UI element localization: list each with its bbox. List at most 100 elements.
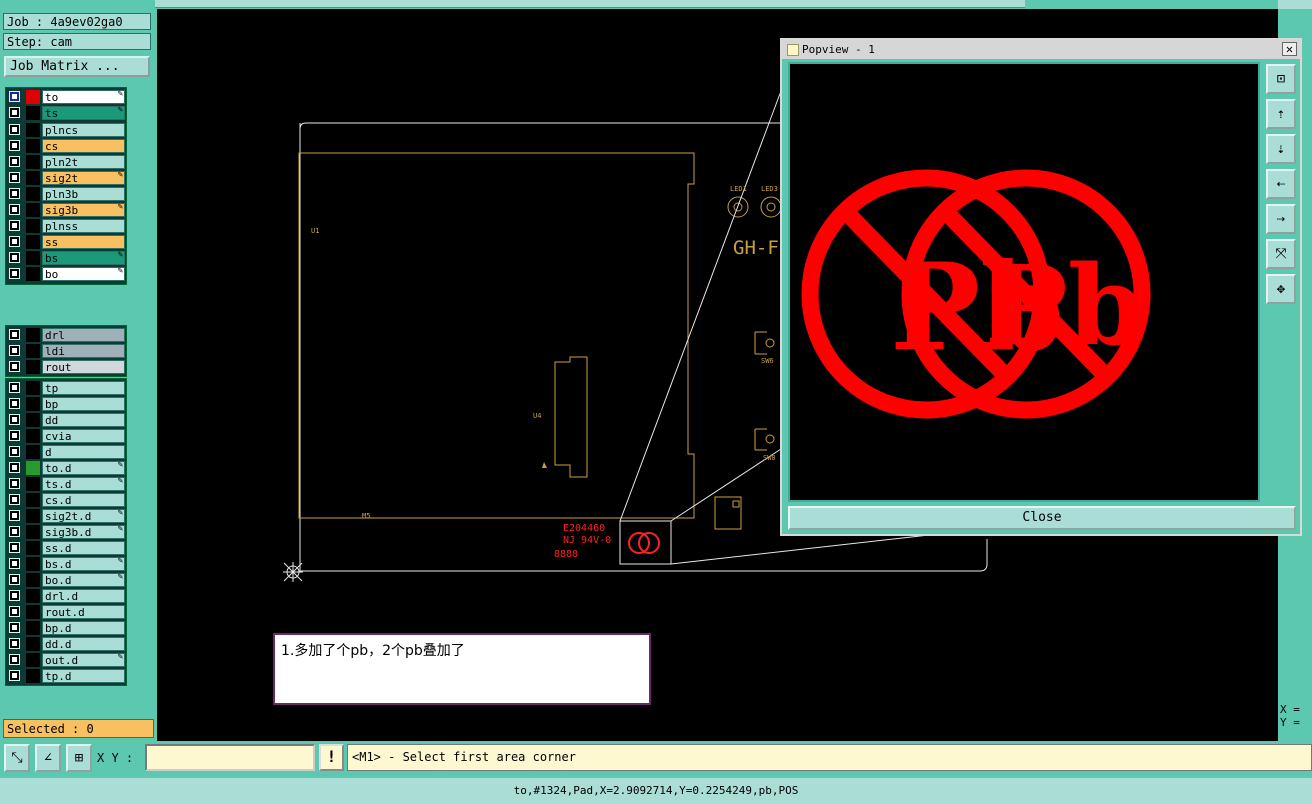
pan-right-button[interactable]: ⇢ <box>1266 204 1296 234</box>
layer-checkbox[interactable] <box>9 414 20 425</box>
layer-name[interactable]: plncs <box>42 123 125 137</box>
layer-name[interactable]: ldi <box>42 344 125 358</box>
layer-color-swatch[interactable] <box>26 477 40 491</box>
layer-color-swatch[interactable] <box>26 605 40 619</box>
grid-icon[interactable]: ⊞ <box>66 744 92 772</box>
layer-name[interactable]: out.d <box>42 653 125 667</box>
layer-name[interactable]: cs <box>42 139 125 153</box>
layer-color-swatch[interactable] <box>26 525 40 539</box>
job-matrix-button[interactable]: Job Matrix ... <box>4 56 150 77</box>
layer-name[interactable]: d <box>42 445 125 459</box>
layer-name[interactable]: sig3b.d <box>42 525 125 539</box>
layer-row[interactable]: ts.d ✎ <box>6 476 126 492</box>
layer-name[interactable]: bp.d <box>42 621 125 635</box>
layer-color-swatch[interactable] <box>26 413 40 427</box>
layer-checkbox[interactable] <box>9 542 20 553</box>
layer-checkbox[interactable] <box>9 526 20 537</box>
layer-checkbox[interactable] <box>9 124 20 135</box>
layer-row[interactable]: to.d ✎ <box>6 460 126 476</box>
layer-checkbox[interactable] <box>9 107 20 118</box>
layer-checkbox[interactable] <box>9 268 20 279</box>
layer-name[interactable]: rout <box>42 360 125 374</box>
layer-name[interactable]: drl.d <box>42 589 125 603</box>
pan-up-button[interactable]: ⇡ <box>1266 99 1296 129</box>
layer-row[interactable]: pln3b <box>6 186 126 202</box>
layer-row[interactable]: out.d ✎ <box>6 652 126 668</box>
layer-name[interactable]: pln3b <box>42 187 125 201</box>
layer-name[interactable]: sig3b <box>42 203 125 217</box>
layer-color-swatch[interactable] <box>26 328 40 342</box>
layer-name[interactable]: ss <box>42 235 125 249</box>
layer-name[interactable]: ss.d <box>42 541 125 555</box>
layer-name[interactable]: sig2t <box>42 171 125 185</box>
layer-checkbox[interactable] <box>9 446 20 457</box>
layer-row[interactable]: sig2t.d ✎ <box>6 508 126 524</box>
layer-row[interactable]: rout.d <box>6 604 126 620</box>
layer-row[interactable]: cs <box>6 138 126 154</box>
close-icon[interactable]: ✕ <box>1282 42 1297 56</box>
layer-name[interactable]: plnss <box>42 219 125 233</box>
zoom-fit-button[interactable]: ⊡ <box>1266 64 1296 94</box>
layer-name[interactable]: to.d <box>42 461 125 475</box>
layer-row[interactable]: plncs <box>6 122 126 138</box>
layer-checkbox[interactable] <box>9 382 20 393</box>
layer-color-swatch[interactable] <box>26 637 40 651</box>
pan-down-button[interactable]: ⇣ <box>1266 134 1296 164</box>
layer-row[interactable]: cs.d <box>6 492 126 508</box>
layer-row[interactable]: drl.d <box>6 588 126 604</box>
layer-name[interactable]: dd.d <box>42 637 125 651</box>
layer-name[interactable]: cs.d <box>42 493 125 507</box>
layer-color-swatch[interactable] <box>26 589 40 603</box>
layer-color-swatch[interactable] <box>26 106 40 120</box>
layer-checkbox[interactable] <box>9 638 20 649</box>
layer-color-swatch[interactable] <box>26 139 40 153</box>
layer-checkbox[interactable] <box>9 188 20 199</box>
layer-row[interactable]: sig3b.d ✎ <box>6 524 126 540</box>
layer-row[interactable]: dd.d <box>6 636 126 652</box>
layer-name[interactable]: bs <box>42 251 125 265</box>
layer-color-swatch[interactable] <box>26 267 40 281</box>
layer-checkbox[interactable] <box>9 494 20 505</box>
layer-name[interactable]: rout.d <box>42 605 125 619</box>
layer-row[interactable]: sig2t ✎ <box>6 170 126 186</box>
layer-row[interactable]: ldi <box>6 343 126 359</box>
layer-color-swatch[interactable] <box>26 381 40 395</box>
layer-checkbox[interactable] <box>9 204 20 215</box>
layer-name[interactable]: ts <box>42 106 125 120</box>
layer-name[interactable]: cvia <box>42 429 125 443</box>
layer-checkbox[interactable] <box>9 220 20 231</box>
layer-name[interactable]: bp <box>42 397 125 411</box>
layer-checkbox[interactable] <box>9 329 20 340</box>
layer-checkbox[interactable] <box>9 172 20 183</box>
layer-color-swatch[interactable] <box>26 344 40 358</box>
layer-row[interactable]: bp <box>6 396 126 412</box>
layer-row[interactable]: bo.d ✎ <box>6 572 126 588</box>
layer-color-swatch[interactable] <box>26 397 40 411</box>
layer-name[interactable]: bs.d <box>42 557 125 571</box>
layer-row[interactable]: ts ✎ <box>6 105 126 121</box>
zoom-area-icon[interactable]: ⤡ <box>4 744 30 772</box>
layer-name[interactable]: to <box>42 90 125 104</box>
layer-row[interactable]: plnss <box>6 218 126 234</box>
alert-button[interactable]: ! <box>319 744 344 771</box>
layer-color-swatch[interactable] <box>26 669 40 683</box>
layer-name[interactable]: dd <box>42 413 125 427</box>
layer-checkbox[interactable] <box>9 236 20 247</box>
popview-canvas[interactable]: Pb Pb <box>788 62 1260 502</box>
layer-color-swatch[interactable] <box>26 541 40 555</box>
layer-checkbox[interactable] <box>9 140 20 151</box>
layer-row[interactable]: drl <box>6 327 126 343</box>
layer-checkbox[interactable] <box>9 91 20 102</box>
layer-color-swatch[interactable] <box>26 203 40 217</box>
layer-row[interactable]: sig3b ✎ <box>6 202 126 218</box>
layer-checkbox[interactable] <box>9 462 20 473</box>
layer-row[interactable]: d <box>6 444 126 460</box>
layer-color-swatch[interactable] <box>26 90 40 104</box>
layer-name[interactable]: bo <box>42 267 125 281</box>
layer-name[interactable]: ts.d <box>42 477 125 491</box>
layer-checkbox[interactable] <box>9 252 20 263</box>
layer-checkbox[interactable] <box>9 574 20 585</box>
layer-name[interactable]: drl <box>42 328 125 342</box>
zoom-in-button[interactable]: ⤧ <box>1266 239 1296 269</box>
measure-icon[interactable]: ∠ <box>35 744 61 772</box>
